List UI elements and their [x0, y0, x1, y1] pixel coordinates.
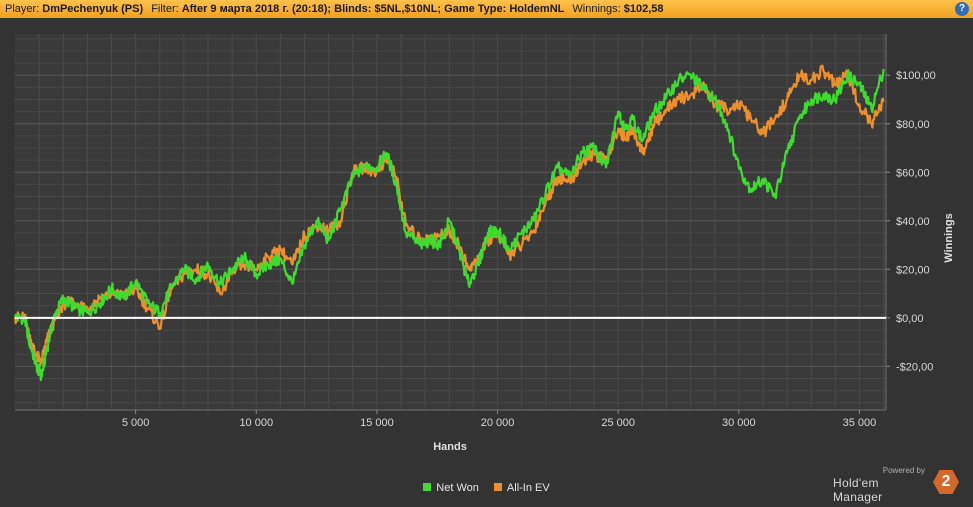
x-tick-label: 10 000 [239, 417, 273, 429]
winnings-chart-svg: 5 000 10 000 15 000 20 000 25 000 30 000 35 00… [13, 34, 955, 453]
y-tick-label: $60,00 [896, 167, 930, 179]
y-axis-title: Winnings [943, 213, 955, 262]
y-tick-label: -$20,00 [896, 361, 933, 373]
y-tick-label: $20,00 [896, 264, 930, 276]
help-icon[interactable]: ? [955, 2, 969, 16]
x-axis-title: Hands [433, 441, 467, 453]
product-name: Hold'em Manager [833, 476, 883, 504]
net-won-swatch [423, 483, 432, 491]
winnings-chart: 5 000 10 000 15 000 20 000 25 000 30 000 35 00… [0, 18, 973, 502]
y-tick-label: $0,00 [896, 313, 924, 325]
legend-item-net-won[interactable]: Net Won [423, 482, 479, 494]
filter-summary-bar: Player: DmPechenyuk (PS) Filter: After 9 м… [0, 0, 973, 18]
all-in-ev-swatch [493, 483, 502, 491]
x-tick-label: 35 000 [843, 417, 877, 429]
y-tick-label: $100,00 [896, 70, 936, 82]
x-tick-label: 5 000 [122, 417, 150, 429]
hm2-logo-icon: 2 [933, 470, 959, 494]
filter-label: Filter: [151, 3, 179, 15]
x-tick-label: 25 000 [601, 417, 635, 429]
filter-value: After 9 марта 2018 г. (20:18); Blinds: $… [181, 3, 565, 15]
x-tick-label: 30 000 [722, 417, 756, 429]
winnings-value: $102,58 [623, 3, 664, 15]
chart-legend: Net Won All-In EV [0, 482, 973, 498]
branding: Powered by Hold'em Manager 2 [833, 466, 963, 504]
legend-label-net-won: Net Won [436, 482, 479, 494]
legend-item-all-in-ev[interactable]: All-In EV [493, 482, 550, 494]
y-tick-label: $80,00 [896, 119, 930, 131]
x-tick-label: 15 000 [360, 417, 394, 429]
player-label: Player: [5, 3, 40, 15]
legend-label-all-in-ev: All-In EV [506, 482, 550, 494]
powered-by-text: Powered by [882, 466, 925, 475]
player-value: DmPechenyuk (PS) [42, 3, 144, 15]
winnings-label: Winnings: [572, 3, 621, 15]
x-tick-label: 20 000 [481, 417, 515, 429]
y-tick-label: $40,00 [896, 216, 930, 228]
